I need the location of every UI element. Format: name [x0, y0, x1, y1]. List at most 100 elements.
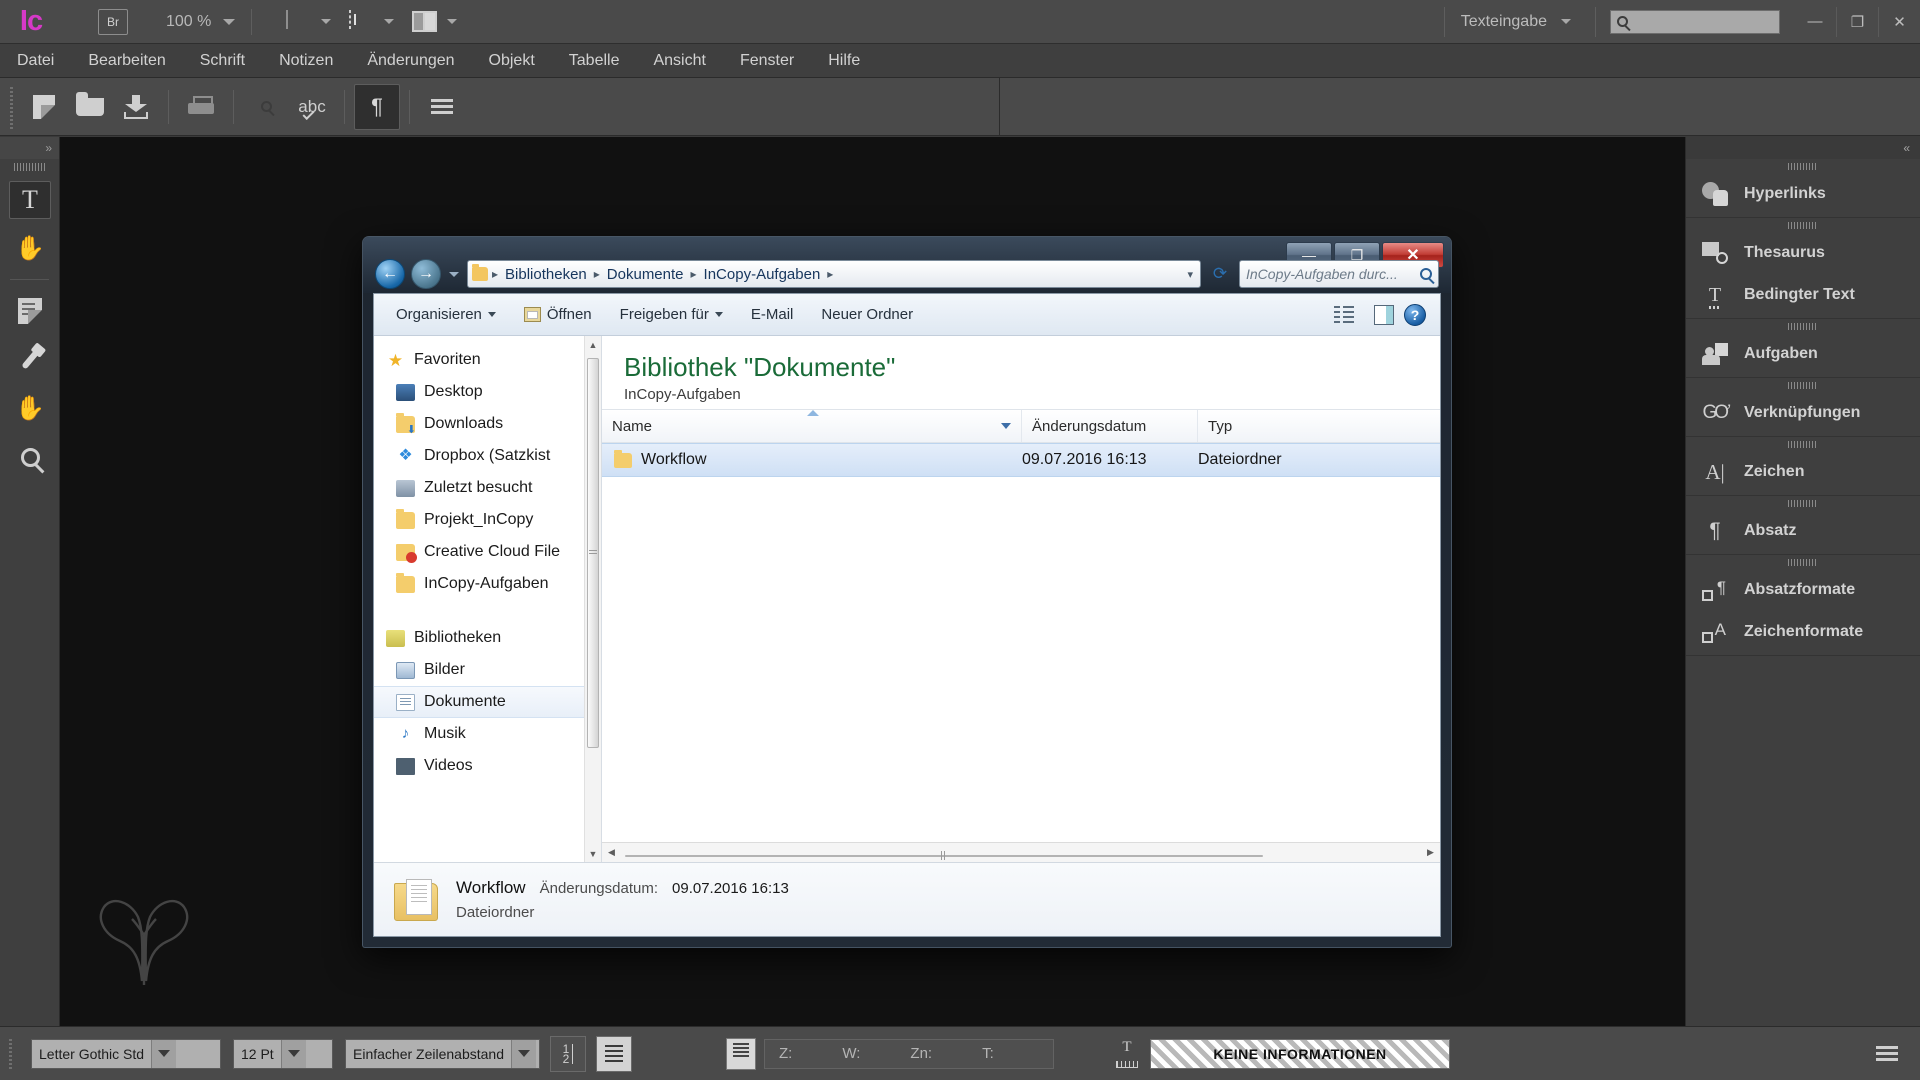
- galley-view-button[interactable]: [726, 1037, 756, 1070]
- dock-group-drag-handle[interactable]: [1686, 496, 1920, 510]
- dock-item-zeichenformate[interactable]: A Zeichenformate: [1686, 611, 1920, 653]
- dock-group-drag-handle[interactable]: [1686, 437, 1920, 451]
- command-email[interactable]: E-Mail: [739, 300, 806, 330]
- scrollbar-thumb[interactable]: [587, 358, 599, 748]
- navigation-scrollbar[interactable]: ▲ ▼: [584, 336, 601, 862]
- tool-panel-expand-button[interactable]: »: [0, 137, 59, 159]
- tool-zoom[interactable]: [0, 433, 60, 482]
- close-button[interactable]: ✕: [1878, 6, 1920, 37]
- chevron-down-icon[interactable]: [280, 1039, 306, 1068]
- font-size-select[interactable]: 12 Pt: [233, 1038, 333, 1069]
- tool-hand[interactable]: ✋: [0, 384, 60, 433]
- find-button[interactable]: [243, 84, 289, 130]
- dock-item-absatz[interactable]: ¶ Absatz: [1686, 510, 1920, 552]
- tool-panel-drag-handle[interactable]: [0, 159, 59, 175]
- tool-type[interactable]: T: [0, 175, 60, 224]
- nav-item-dropbox[interactable]: ❖ Dropbox (Satzkist: [374, 440, 601, 472]
- menu-item-aenderungen[interactable]: Änderungen: [350, 44, 471, 78]
- minimize-button[interactable]: —: [1794, 7, 1836, 37]
- nav-item-projekt-incopy[interactable]: Projekt_InCopy: [374, 504, 601, 536]
- show-hidden-characters-button[interactable]: ¶: [354, 83, 400, 130]
- preview-pane-icon[interactable]: [1374, 304, 1394, 325]
- tool-notes[interactable]: [0, 286, 60, 335]
- nav-item-musik[interactable]: ♪ Musik: [374, 718, 601, 750]
- toolbar-menu-button[interactable]: [419, 84, 465, 130]
- breadcrumb-bibliotheken[interactable]: Bibliotheken: [502, 266, 590, 283]
- file-list[interactable]: Workflow 09.07.2016 16:13 Dateiordner: [602, 443, 1440, 842]
- dock-item-zeichen[interactable]: A| Zeichen: [1686, 451, 1920, 493]
- new-document-button[interactable]: [21, 84, 67, 130]
- nav-item-creative-cloud-files[interactable]: Creative Cloud File: [374, 536, 601, 568]
- command-neuer-ordner[interactable]: Neuer Ordner: [809, 300, 925, 330]
- layout-mode-button[interactable]: [412, 10, 458, 33]
- open-document-button[interactable]: [67, 84, 113, 130]
- nav-item-zuletzt-besucht[interactable]: Zuletzt besucht: [374, 472, 601, 504]
- bulleted-list-button[interactable]: [596, 1035, 632, 1072]
- dock-group-drag-handle[interactable]: [1686, 378, 1920, 392]
- app-search-input[interactable]: [1610, 9, 1780, 34]
- dock-group-drag-handle[interactable]: [1686, 555, 1920, 569]
- refresh-button[interactable]: ⟳: [1207, 264, 1233, 284]
- windows-explorer-window[interactable]: — ❐ ✕ ← → ▸ Bibliotheken ▸ Dokumente ▸ I…: [362, 236, 1452, 948]
- chevron-down-icon[interactable]: [511, 1039, 536, 1068]
- explorer-title-bar[interactable]: — ❐ ✕ ← → ▸ Bibliotheken ▸ Dokumente ▸ I…: [363, 237, 1451, 293]
- status-bar-drag-handle[interactable]: [5, 1036, 19, 1071]
- scroll-up-icon[interactable]: ▲: [585, 336, 601, 353]
- dock-group-drag-handle[interactable]: [1686, 218, 1920, 232]
- workspace-switcher[interactable]: Texteingabe: [1443, 6, 1587, 37]
- explorer-search-input[interactable]: InCopy-Aufgaben durc...: [1239, 260, 1439, 288]
- horizontal-scrollbar[interactable]: ◀ ▶: [602, 842, 1440, 862]
- menu-item-ansicht[interactable]: Ansicht: [636, 44, 722, 78]
- command-freigeben-fuer[interactable]: Freigeben für: [608, 300, 735, 330]
- breadcrumb-dokumente[interactable]: Dokumente: [604, 266, 687, 283]
- scroll-down-icon[interactable]: ▼: [585, 845, 601, 862]
- nav-item-incopy-aufgaben[interactable]: InCopy-Aufgaben: [374, 568, 601, 600]
- view-options-icon[interactable]: [1334, 306, 1354, 323]
- help-icon[interactable]: ?: [1404, 303, 1426, 326]
- dock-item-verknuepfungen[interactable]: GƠ Verknüpfungen: [1686, 392, 1920, 434]
- bridge-button[interactable]: Br: [98, 8, 128, 35]
- command-organisieren[interactable]: Organisieren: [384, 300, 508, 330]
- dock-group-drag-handle[interactable]: [1686, 159, 1920, 173]
- print-button[interactable]: [178, 84, 224, 130]
- address-bar[interactable]: ▸ Bibliotheken ▸ Dokumente ▸ InCopy-Aufg…: [467, 260, 1201, 288]
- menu-item-fenster[interactable]: Fenster: [723, 44, 811, 78]
- breadcrumb-incopy-aufgaben[interactable]: InCopy-Aufgaben: [701, 266, 824, 283]
- menu-item-objekt[interactable]: Objekt: [472, 44, 552, 78]
- numbered-list-button[interactable]: 12: [550, 1035, 586, 1072]
- command-oeffnen[interactable]: Öffnen: [512, 300, 604, 330]
- dock-item-hyperlinks[interactable]: Hyperlinks: [1686, 173, 1920, 215]
- chevron-down-icon[interactable]: [151, 1039, 177, 1068]
- scroll-right-icon[interactable]: ▶: [1421, 847, 1440, 858]
- dock-group-drag-handle[interactable]: [1686, 319, 1920, 333]
- scrollbar-thumb[interactable]: [625, 851, 1263, 860]
- nav-item-dokumente[interactable]: Dokumente: [374, 686, 601, 718]
- nav-item-bilder[interactable]: Bilder: [374, 654, 601, 686]
- tool-eyedropper[interactable]: [0, 335, 60, 384]
- table-row[interactable]: Workflow 09.07.2016 16:13 Dateiordner: [602, 443, 1440, 477]
- zoom-level-control[interactable]: 100 %: [166, 13, 236, 31]
- dock-collapse-button[interactable]: «: [1686, 137, 1920, 159]
- nav-item-desktop[interactable]: Desktop: [374, 376, 601, 408]
- column-header-aenderungsdatum[interactable]: Änderungsdatum: [1022, 410, 1198, 442]
- scroll-left-icon[interactable]: ◀: [602, 847, 621, 858]
- leading-select[interactable]: Einfacher Zeilenabstand: [345, 1038, 540, 1069]
- back-button[interactable]: ←: [375, 259, 405, 289]
- save-document-button[interactable]: [113, 84, 159, 130]
- address-dropdown-icon[interactable]: ▾: [1187, 268, 1196, 281]
- dock-item-bedingter-text[interactable]: T Bedingter Text: [1686, 274, 1920, 316]
- menu-item-notizen[interactable]: Notizen: [262, 44, 350, 78]
- nav-item-downloads[interactable]: Downloads: [374, 408, 601, 440]
- column-header-typ[interactable]: Typ: [1198, 410, 1440, 442]
- nav-section-bibliotheken[interactable]: Bibliotheken: [374, 622, 601, 654]
- restore-button[interactable]: ❐: [1836, 6, 1878, 37]
- column-header-name[interactable]: Name: [602, 410, 1022, 442]
- toolbar-drag-handle[interactable]: [5, 84, 21, 129]
- spellcheck-button[interactable]: abc: [289, 84, 335, 130]
- recent-locations-button[interactable]: [447, 271, 461, 277]
- dock-item-absatzformate[interactable]: ¶ Absatzformate: [1686, 569, 1920, 611]
- menu-item-schrift[interactable]: Schrift: [183, 44, 262, 78]
- menu-item-datei[interactable]: Datei: [0, 44, 71, 78]
- dock-item-thesaurus[interactable]: Thesaurus: [1686, 232, 1920, 274]
- view-mode-button[interactable]: [349, 9, 395, 33]
